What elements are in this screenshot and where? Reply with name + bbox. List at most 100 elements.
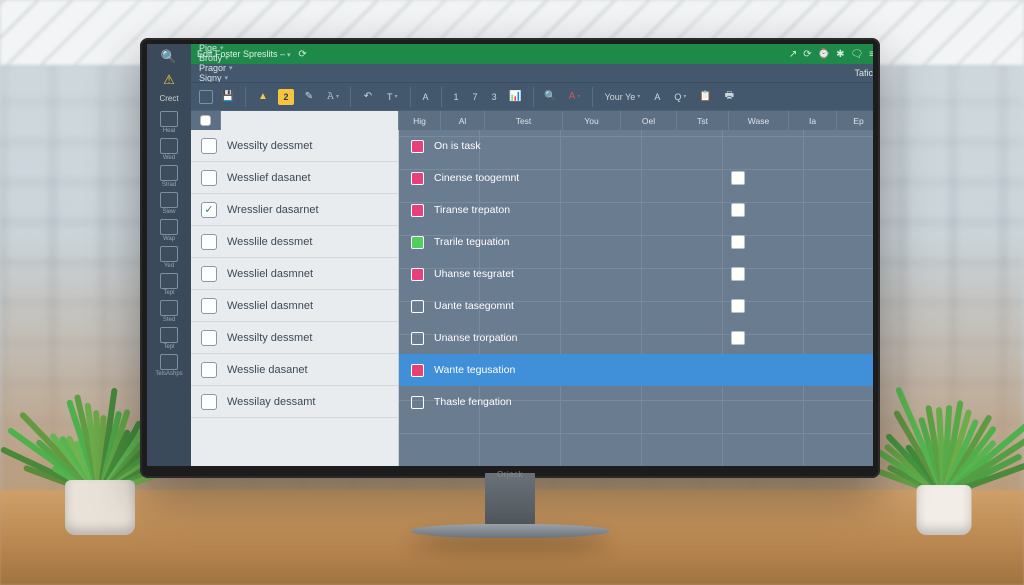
grid-row[interactable]: Trarile teguation: [399, 226, 873, 258]
row-checkbox[interactable]: [201, 234, 217, 250]
row-tag-icon[interactable]: [411, 172, 424, 185]
row-tag-icon[interactable]: [411, 236, 424, 249]
warning-icon[interactable]: ⚠: [163, 72, 175, 88]
grid-pane[interactable]: On is taskCinense toogemntTiranse trepat…: [399, 130, 873, 466]
task-row[interactable]: Wessliel dasmnet: [191, 258, 398, 290]
row-done-checkbox[interactable]: [731, 331, 745, 345]
grid-row[interactable]: Unanse trorpation: [399, 322, 873, 354]
rail-item-7[interactable]: Sted: [147, 298, 191, 325]
ribbon-warning-icon[interactable]: ▲: [254, 88, 272, 106]
titlebar-icon-4[interactable]: 🗨: [850, 49, 863, 60]
col-al[interactable]: Al: [441, 111, 485, 130]
row-done-checkbox[interactable]: [731, 235, 745, 249]
titlebar-icon-2[interactable]: ⌚: [818, 49, 830, 60]
row-checkbox[interactable]: ✓: [201, 202, 217, 218]
col-tst[interactable]: Tst: [677, 111, 729, 130]
ribbon-clipboard-icon[interactable]: 📋: [696, 88, 714, 106]
ribbon-number-badge[interactable]: 2: [278, 89, 294, 105]
col-you[interactable]: You: [563, 111, 621, 130]
titlebar-icon-0[interactable]: ↗: [789, 49, 797, 60]
titlebar-icon-3[interactable]: ✱: [836, 49, 844, 60]
ribbon-seg-1[interactable]: 1: [450, 88, 463, 106]
rail-item-4[interactable]: Wap: [147, 217, 191, 244]
ribbon-seg-3[interactable]: 3: [488, 88, 501, 106]
row-done-checkbox[interactable]: [731, 203, 745, 217]
monitor-brand: Orjeck: [497, 470, 523, 479]
grid-row[interactable]: Uante tasegomnt: [399, 290, 873, 322]
grid-row[interactable]: On is task: [399, 130, 873, 162]
col-wase[interactable]: Wase: [729, 111, 789, 130]
row-done-checkbox[interactable]: [731, 267, 745, 281]
task-row[interactable]: Wesslie dasanet: [191, 354, 398, 386]
ribbon-zoom-icon[interactable]: 🔍: [542, 88, 560, 106]
grid-row[interactable]: Wante tegusation: [399, 354, 873, 386]
task-row[interactable]: Wessliel dasmnet: [191, 290, 398, 322]
grid-row[interactable]: Uhanse tesgratet: [399, 258, 873, 290]
ribbon-a-label[interactable]: A: [419, 88, 433, 106]
rail-item-1[interactable]: Wed: [147, 136, 191, 163]
row-checkbox[interactable]: [201, 298, 217, 314]
titlebar-icon-5[interactable]: ≡: [869, 49, 873, 60]
task-row[interactable]: Wesslile dessmet: [191, 226, 398, 258]
grid-row[interactable]: Tiranse trepaton: [399, 194, 873, 226]
task-row[interactable]: Wessilty dessmet: [191, 322, 398, 354]
app-window: Edit Foster Spreslits – ⟳ ↗⟳⌚✱🗨≡ HoylePi…: [191, 44, 873, 466]
search-icon[interactable]: 🔍: [160, 48, 178, 66]
rail-item-6[interactable]: Tepl: [147, 271, 191, 298]
ribbon-chart-icon[interactable]: 📊: [507, 88, 525, 106]
row-done-checkbox[interactable]: [731, 171, 745, 185]
rail-item-5[interactable]: Yed: [147, 244, 191, 271]
row-checkbox[interactable]: [201, 138, 217, 154]
row-name: Wessilty dessmet: [227, 332, 312, 344]
col-oel[interactable]: Oel: [621, 111, 677, 130]
ribbon-undo-icon[interactable]: ↶: [359, 88, 377, 106]
rail-item-3[interactable]: Slew: [147, 190, 191, 217]
col-test[interactable]: Test: [485, 111, 563, 130]
ribbon-seg-2[interactable]: 7: [469, 88, 482, 106]
col-checkbox[interactable]: [191, 111, 221, 130]
col-hig[interactable]: Hig: [399, 111, 441, 130]
menu-pragor[interactable]: Pragor: [199, 63, 233, 73]
row-tag-icon[interactable]: [411, 140, 424, 153]
task-row[interactable]: Wessilty dessmet: [191, 130, 398, 162]
row-checkbox[interactable]: [201, 362, 217, 378]
ribbon-text-dropdown[interactable]: T: [383, 88, 402, 106]
col-ep[interactable]: Ep: [837, 111, 873, 130]
rail-item-8[interactable]: Tepl: [147, 325, 191, 352]
content-area: Wessilty dessmetWesslief dasanet✓Wressli…: [191, 130, 873, 466]
task-row[interactable]: Wessilay dessamt: [191, 386, 398, 418]
ribbon-pen-icon[interactable]: ✎: [300, 88, 318, 106]
refresh-icon[interactable]: ⟳: [297, 49, 309, 60]
task-row[interactable]: ✓Wresslier dasarnet: [191, 194, 398, 226]
row-tag-icon[interactable]: [411, 268, 424, 281]
task-row[interactable]: Wesslief dasanet: [191, 162, 398, 194]
ribbon-your-dropdown[interactable]: Your Ye: [601, 88, 645, 106]
ribbon-font-color-icon[interactable]: A: [566, 88, 584, 106]
ribbon-save-icon[interactable]: 💾: [219, 88, 237, 106]
ribbon-q-dropdown[interactable]: Q: [670, 88, 690, 106]
titlebar-icon-1[interactable]: ⟳: [803, 49, 811, 60]
row-checkbox[interactable]: [201, 330, 217, 346]
col-ia[interactable]: Ia: [789, 111, 837, 130]
rail-item-2[interactable]: Strad: [147, 163, 191, 190]
document-title[interactable]: Edit Foster Spreslits –: [197, 49, 291, 59]
row-checkbox[interactable]: [201, 266, 217, 282]
ribbon-print-icon[interactable]: 🖶: [720, 88, 738, 106]
ribbon-a2-label[interactable]: A: [650, 88, 664, 106]
menu-right[interactable]: Tafic: [854, 68, 873, 78]
grid-row[interactable]: Thasle fengation: [399, 386, 873, 418]
row-done-checkbox[interactable]: [731, 299, 745, 313]
grid-row[interactable]: Cinense toogemnt: [399, 162, 873, 194]
row-tag-icon[interactable]: [411, 300, 424, 313]
row-tag-icon[interactable]: [411, 332, 424, 345]
row-tag-icon[interactable]: [411, 396, 424, 409]
row-checkbox[interactable]: [201, 394, 217, 410]
ribbon-font-dropdown[interactable]: 𝙰: [324, 88, 342, 106]
row-tag-icon[interactable]: [411, 204, 424, 217]
rail-item-9[interactable]: TelsAshps: [147, 352, 191, 379]
ribbon-checkbox-icon[interactable]: [199, 90, 213, 104]
task-name-pane: Wessilty dessmetWesslief dasanet✓Wressli…: [191, 130, 399, 466]
row-checkbox[interactable]: [201, 170, 217, 186]
rail-item-0[interactable]: Heal: [147, 109, 191, 136]
row-tag-icon[interactable]: [411, 364, 424, 377]
